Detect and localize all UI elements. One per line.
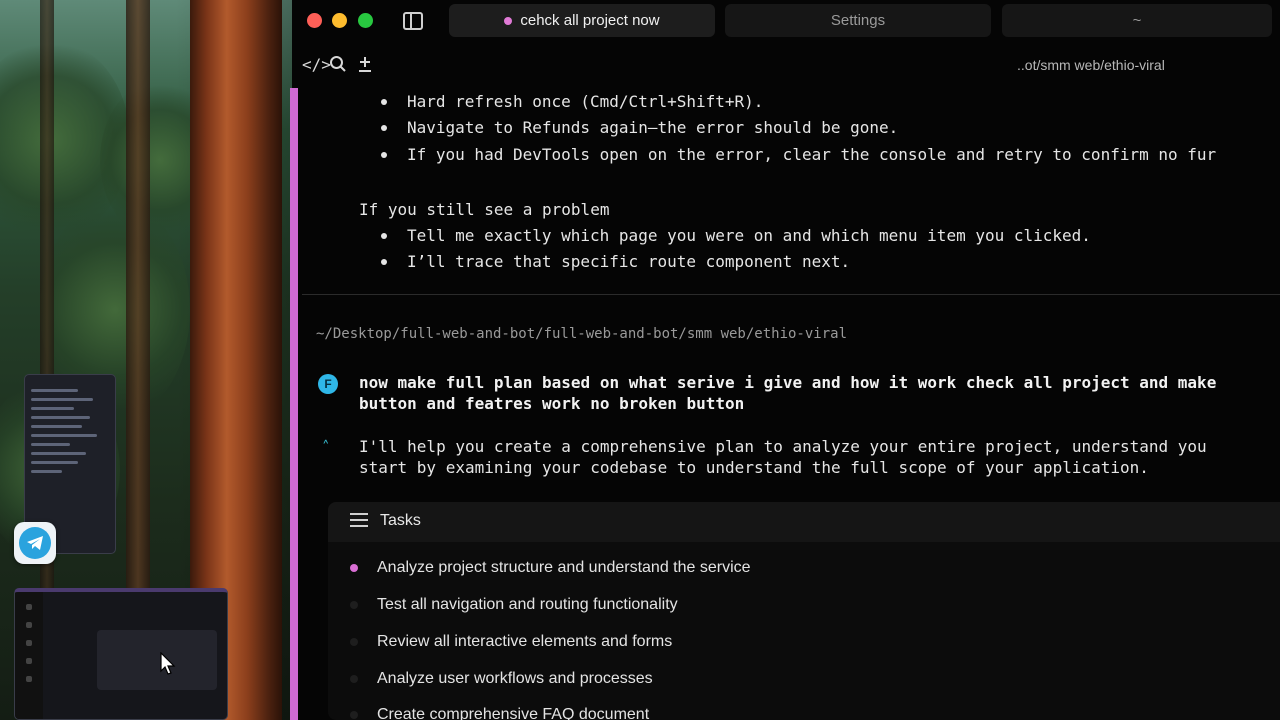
task-label: Review all interactive elements and form… xyxy=(377,633,673,650)
desktop-thumbnail-window[interactable] xyxy=(14,588,228,720)
search-icon[interactable] xyxy=(329,55,347,77)
current-path-label: ..ot/smm web/ethio-viral xyxy=(1017,57,1165,73)
task-label: Analyze user workflows and processes xyxy=(377,670,653,687)
output-heading: If you still see a problem xyxy=(359,200,610,219)
tab-settings[interactable]: Settings xyxy=(725,4,991,37)
tab-home[interactable]: ~ xyxy=(1002,4,1272,37)
desktop-wallpaper xyxy=(0,0,292,720)
title-bar: cehck all project now Settings ~ xyxy=(292,0,1280,42)
tab-label: Settings xyxy=(830,12,886,29)
task-item: Review all interactive elements and form… xyxy=(350,630,672,654)
task-item: Analyze project structure and understand… xyxy=(350,556,751,580)
tasks-panel: Tasks Analyze project structure and unde… xyxy=(328,502,1280,720)
close-window-button[interactable] xyxy=(307,13,322,28)
bullet xyxy=(381,259,387,265)
divider xyxy=(302,294,1280,295)
output-line: Hard refresh once (Cmd/Ctrl+Shift+R). xyxy=(407,92,764,111)
task-status-dot xyxy=(350,675,358,683)
working-directory: ~/Desktop/full-web-and-bot/full-web-and-… xyxy=(316,326,848,342)
maximize-window-button[interactable] xyxy=(358,13,373,28)
code-icon[interactable]: </> xyxy=(302,55,331,74)
plus-icon[interactable] xyxy=(357,55,373,77)
minimize-window-button[interactable] xyxy=(332,13,347,28)
assistant-message-line: start by examining your codebase to unde… xyxy=(359,458,1149,477)
user-message: now make full plan based on what serive … xyxy=(359,372,1216,414)
mouse-cursor-icon xyxy=(160,652,176,675)
task-status-dot xyxy=(350,711,358,719)
bullet xyxy=(381,125,387,131)
task-item: Create comprehensive FAQ document xyxy=(350,703,649,720)
thumbnail-panel xyxy=(97,630,217,690)
task-label: Create comprehensive FAQ document xyxy=(377,706,650,720)
assistant-message-line: I'll help you create a comprehensive pla… xyxy=(359,437,1207,456)
active-session-accent-bar xyxy=(290,88,298,720)
task-label: Analyze project structure and understand… xyxy=(377,559,751,576)
task-list-icon xyxy=(350,513,368,527)
output-line: Tell me exactly which page you were on a… xyxy=(407,226,1091,245)
bullet xyxy=(381,99,387,105)
thumbnail-sidebar xyxy=(15,592,43,719)
sidebar-toggle-icon[interactable] xyxy=(403,12,423,30)
output-line: I’ll trace that specific route component… xyxy=(407,252,851,271)
user-message-line: button and featres work no broken button xyxy=(359,394,745,413)
tasks-title: Tasks xyxy=(380,512,421,529)
output-line: Navigate to Refunds again—the error shou… xyxy=(407,118,899,137)
toolbar: </> ..ot/smm web/ethio-viral xyxy=(292,48,1280,82)
tab-label: ~ xyxy=(1132,12,1142,29)
output-line: If you had DevTools open on the error, c… xyxy=(407,145,1217,164)
task-item: Test all navigation and routing function… xyxy=(350,593,678,617)
terminal-output: Hard refresh once (Cmd/Ctrl+Shift+R). Na… xyxy=(302,88,1280,720)
task-status-dot xyxy=(350,601,358,609)
user-message-line: now make full plan based on what serive … xyxy=(359,373,1217,392)
task-status-dot xyxy=(350,638,358,646)
tab-activity-dot xyxy=(504,16,513,25)
task-item: Analyze user workflows and processes xyxy=(350,667,653,691)
telegram-app-icon[interactable] xyxy=(14,522,56,564)
tasks-header[interactable]: Tasks xyxy=(328,502,1280,542)
user-avatar: F xyxy=(318,374,338,394)
tab-label: cehck all project now xyxy=(520,12,660,29)
thumbnail-content xyxy=(25,375,115,487)
telegram-icon xyxy=(19,527,51,559)
bullet xyxy=(381,152,387,158)
task-label: Test all navigation and routing function… xyxy=(377,596,678,613)
assistant-message: I'll help you create a comprehensive pla… xyxy=(359,436,1207,478)
task-status-dot xyxy=(350,564,358,572)
bullet xyxy=(381,233,387,239)
tab-project-check[interactable]: cehck all project now xyxy=(449,4,715,37)
terminal-window: cehck all project now Settings ~ </> ..o… xyxy=(292,0,1280,720)
assistant-icon: ˄ xyxy=(322,438,330,456)
